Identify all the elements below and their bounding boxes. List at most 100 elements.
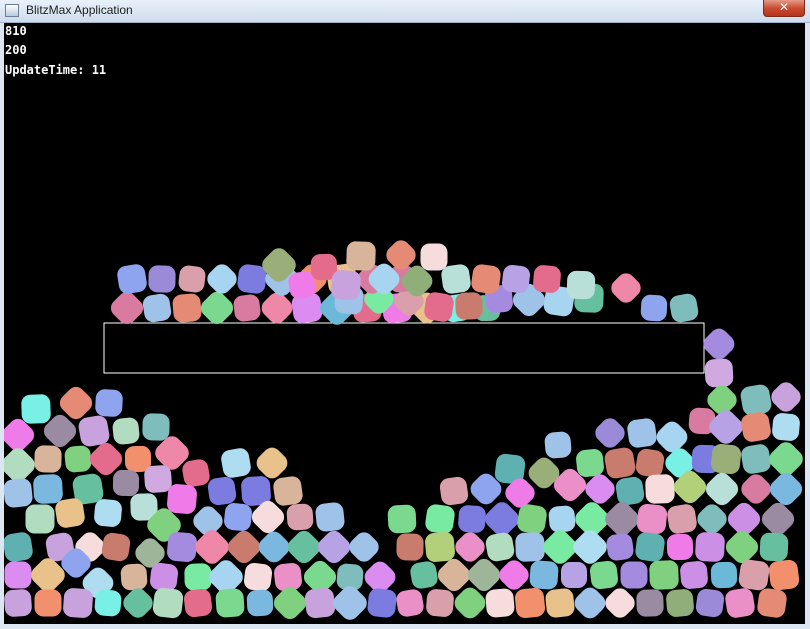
physics-body [144, 465, 172, 493]
physics-body [207, 264, 237, 294]
physics-body [167, 484, 197, 514]
physics-body [667, 504, 697, 534]
window-close-button[interactable]: ✕ [763, 0, 805, 17]
physics-body [680, 561, 708, 589]
physics-body [182, 459, 210, 487]
physics-body [645, 474, 675, 504]
window-app-icon [5, 4, 19, 17]
physics-body [533, 265, 561, 293]
physics-body [167, 532, 197, 562]
physics-body [367, 588, 397, 618]
physics-body [605, 502, 639, 536]
physics-body [620, 561, 648, 589]
physics-body [112, 417, 140, 445]
physics-body [561, 562, 587, 588]
physics-body [258, 531, 290, 563]
physics-body [595, 418, 625, 448]
physics-body [439, 476, 469, 506]
physics-body [4, 532, 33, 562]
physics-body [757, 588, 787, 618]
physics-body [286, 503, 314, 531]
physics-body [485, 532, 515, 562]
physics-body [184, 563, 212, 591]
physics-body [741, 474, 771, 504]
physics-body [387, 504, 417, 534]
physics-body [273, 586, 307, 620]
physics-body [627, 418, 657, 448]
window-title: BlitzMax Application [26, 3, 133, 17]
physics-body [178, 265, 206, 293]
physics-body [396, 589, 424, 617]
physics-body [636, 589, 664, 617]
physics-body [21, 394, 51, 424]
physics-body [123, 588, 153, 618]
physics-body [515, 532, 545, 562]
physics-body [331, 270, 361, 300]
physics-body [710, 561, 738, 589]
physics-body [315, 502, 345, 532]
physics-body [346, 241, 376, 271]
physics-body [697, 504, 727, 534]
physics-body [246, 589, 274, 617]
physics-body [420, 243, 448, 271]
physics-body [221, 448, 251, 478]
physics-body [710, 443, 742, 475]
physics-body [768, 559, 800, 591]
physics-body [740, 384, 772, 416]
physics-body [695, 588, 725, 618]
physics-body [333, 586, 367, 620]
physics-body [605, 588, 635, 618]
physics-body [425, 504, 455, 534]
window-titlebar[interactable]: BlitzMax Application ✕ [0, 0, 810, 23]
physics-body [94, 589, 122, 617]
physics-body [149, 562, 179, 592]
physics-body [769, 472, 803, 506]
physics-body [304, 587, 336, 619]
physics-body [761, 502, 795, 536]
physics-body [705, 472, 739, 506]
physics-body [635, 448, 665, 478]
physics-body [410, 561, 438, 589]
physics-body [649, 560, 679, 590]
physics-body [33, 474, 63, 504]
physics-body [4, 478, 33, 508]
physics-body [485, 588, 515, 618]
physics-body [101, 532, 131, 562]
physics-body [120, 563, 148, 591]
static-platform [103, 322, 705, 374]
physics-body [741, 444, 771, 474]
physics-body [349, 532, 379, 562]
physics-body [725, 588, 755, 618]
physics-body [34, 589, 62, 617]
game-canvas[interactable]: 810 200 UpdateTime: 11 [4, 23, 805, 624]
physics-body [64, 445, 92, 473]
physics-body [759, 532, 789, 562]
physics-body [261, 292, 293, 324]
physics-body [669, 293, 699, 323]
physics-body [243, 562, 273, 592]
physics-body [471, 264, 501, 294]
physics-body [34, 445, 62, 473]
physics-body [611, 273, 641, 303]
physics-body [636, 503, 668, 535]
physics-body [606, 533, 634, 561]
physics-body [566, 270, 596, 300]
physics-body [207, 476, 237, 506]
physics-body [517, 504, 547, 534]
physics-body [615, 476, 645, 506]
physics-body [704, 358, 734, 388]
physics-body [183, 588, 213, 618]
physics-body [640, 294, 668, 322]
physics-body [666, 589, 694, 617]
physics-body [695, 532, 725, 562]
physics-body [94, 499, 122, 527]
physics-body [287, 530, 321, 564]
physics-body [112, 469, 140, 497]
physics-body [4, 589, 32, 617]
physics-body [604, 447, 636, 479]
physics-body [703, 328, 735, 360]
physics-body [152, 587, 184, 619]
physics-body [548, 505, 576, 533]
physics-body [545, 588, 575, 618]
physics-body [738, 559, 770, 591]
